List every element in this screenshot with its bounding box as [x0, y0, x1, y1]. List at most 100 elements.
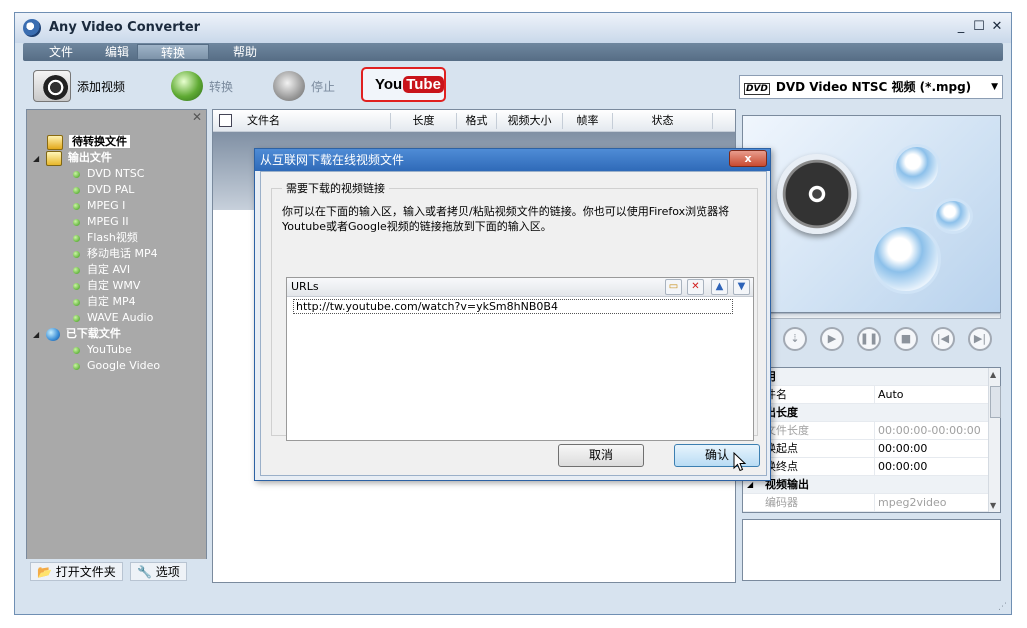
panel-close-icon[interactable]: ✕	[189, 110, 205, 124]
menu-edit[interactable]: 编辑	[95, 44, 139, 60]
column-frame-rate[interactable]: 帧率	[563, 113, 613, 129]
tools-icon: 🔧	[137, 565, 152, 579]
play-icon[interactable]: ▶	[820, 327, 844, 351]
tree-item-output[interactable]: DVD NTSC	[73, 166, 144, 182]
column-duration[interactable]: 长度	[391, 113, 457, 129]
tree-item-label: MPEG I	[87, 199, 126, 212]
collapse-icon[interactable]: ◢	[33, 327, 42, 343]
scroll-down-icon: ▼	[990, 501, 997, 510]
title-bar[interactable]: Any Video Converter _ ☐ ✕	[15, 13, 1011, 43]
property-row[interactable]: 换终点 00:00:00	[743, 458, 988, 476]
collapse-icon[interactable]: ◢	[33, 151, 42, 167]
tree-item-youtube[interactable]: YouTube	[73, 342, 132, 358]
tree-item-google-video[interactable]: Google Video	[73, 358, 160, 374]
tree-item-output[interactable]: Flash视频	[73, 230, 138, 246]
property-row[interactable]: 换起点 00:00:00	[743, 440, 988, 458]
tree-item-output[interactable]: WAVE Audio	[73, 310, 153, 326]
tree-item-label: Flash视频	[87, 231, 138, 244]
globe-icon	[45, 327, 60, 341]
dvd-icon: DVD	[744, 83, 770, 95]
menu-convert[interactable]: 转换	[137, 44, 209, 60]
tree-item-label: 自定 MP4	[87, 295, 136, 308]
add-video-button[interactable]: 添加视频	[33, 69, 125, 103]
tree-downloaded-folder[interactable]: ◢ 已下载文件	[33, 326, 121, 342]
chevron-down-icon[interactable]: ▼	[991, 76, 998, 98]
download-dialog: 从互联网下载在线视频文件 x 需要下载的视频链接 你可以在下面的输入区，输入或者…	[254, 148, 771, 481]
property-row[interactable]: 文件长度 00:00:00-00:00:00	[743, 422, 988, 440]
tree-item-label: 自定 WMV	[87, 279, 141, 292]
tree-item-output[interactable]: MPEG I	[73, 198, 125, 214]
move-down-icon[interactable]: ▼	[733, 279, 750, 295]
options-button[interactable]: 🔧 选项	[130, 562, 187, 581]
tree-output-folder[interactable]: ◢ 输出文件	[33, 150, 112, 166]
format-dot-icon	[73, 234, 80, 242]
window-title: Any Video Converter	[49, 20, 201, 35]
properties-grid: 用件名Auto出长度◢文件长度00:00:00-00:00:00换起点00:00…	[742, 367, 1001, 513]
menu-bar: 文件 编辑 转换 帮助	[23, 43, 1003, 61]
quicktime-icon	[893, 144, 941, 192]
url-list[interactable]: URLs ▭ ✕ ▲ ▼ http://tw.youtube.com/watch…	[286, 277, 754, 441]
youtube-logo: You Tube	[375, 76, 444, 93]
property-value[interactable]: Auto	[874, 386, 992, 403]
dialog-title[interactable]: 从互联网下载在线视频文件	[255, 149, 770, 171]
property-row[interactable]: 件名 Auto	[743, 386, 988, 404]
cancel-button[interactable]: 取消	[558, 444, 644, 467]
resize-grip-icon[interactable]: ⋰	[998, 602, 1007, 612]
format-dot-icon	[73, 314, 80, 322]
url-entry[interactable]: http://tw.youtube.com/watch?v=ykSm8hNB0B…	[293, 299, 733, 314]
property-value[interactable]: 00:00:00	[874, 440, 992, 457]
column-status[interactable]: 状态	[613, 113, 713, 129]
film-reel-icon	[777, 154, 857, 234]
volume-icon[interactable]: ⇣	[783, 327, 807, 351]
url-list-header: URLs ▭ ✕ ▲ ▼	[287, 278, 753, 297]
tree-root[interactable]: 待转换文件	[47, 134, 130, 150]
maximize-button[interactable]: ☐	[971, 19, 987, 35]
url-group: 需要下载的视频链接 你可以在下面的输入区，输入或者拷贝/粘贴视频文件的链接。你也…	[271, 180, 758, 441]
convert-button[interactable]: 转换	[171, 69, 233, 103]
column-video-size[interactable]: 视频大小	[497, 113, 563, 129]
menu-help[interactable]: 帮助	[223, 44, 267, 60]
property-group[interactable]: 视频输出 ◢	[743, 476, 988, 494]
seek-bar[interactable]	[742, 313, 1001, 319]
property-row[interactable]: 编码器 mpeg2video	[743, 494, 988, 512]
menu-file[interactable]: 文件	[39, 44, 83, 60]
select-all-checkbox[interactable]	[219, 114, 232, 127]
tree-item-output[interactable]: 自定 WMV	[73, 278, 140, 294]
tree-item-output[interactable]: 移动电话 MP4	[73, 246, 158, 262]
pause-icon[interactable]: ❚❚	[857, 327, 881, 351]
tree-item-label: WAVE Audio	[87, 311, 154, 324]
open-file-icon[interactable]: ▭	[665, 279, 682, 295]
playback-controls: ⇣ ▶ ❚❚ ■ |◀ ▶|	[742, 323, 1001, 363]
column-filename[interactable]: 文件名	[241, 113, 391, 129]
file-tree-panel: ✕ 待转换文件 ◢ 输出文件 ◢ 已下载文件 YouTube Google Vi…	[26, 109, 207, 583]
properties-scrollbar[interactable]: ▲ ▼	[988, 368, 1001, 512]
move-up-icon[interactable]: ▲	[711, 279, 728, 295]
ok-button[interactable]: 确认	[674, 444, 760, 467]
pending-files-icon	[47, 134, 63, 150]
output-profile-select[interactable]: DVD DVD Video NTSC 视频 (*.mpg) ▼	[739, 75, 1003, 99]
delete-icon[interactable]: ✕	[687, 279, 704, 295]
folder-icon: 📂	[37, 565, 52, 579]
column-format[interactable]: 格式	[457, 113, 497, 129]
dialog-close-button[interactable]: x	[729, 150, 767, 167]
property-value[interactable]: mpeg2video	[874, 494, 992, 511]
previous-icon[interactable]: |◀	[931, 327, 955, 351]
tree-item-output[interactable]: MPEG II	[73, 214, 129, 230]
property-group[interactable]: 用	[743, 368, 988, 386]
tree-item-output[interactable]: 自定 AVI	[73, 262, 130, 278]
tree-item-output[interactable]: 自定 MP4	[73, 294, 136, 310]
realplayer-icon	[933, 198, 973, 234]
tree-item-output[interactable]: DVD PAL	[73, 182, 134, 198]
open-folder-button[interactable]: 📂 打开文件夹	[30, 562, 123, 581]
minimize-button[interactable]: _	[953, 19, 969, 35]
next-icon[interactable]: ▶|	[968, 327, 992, 351]
dialog-body: 需要下载的视频链接 你可以在下面的输入区，输入或者拷贝/粘贴视频文件的链接。你也…	[260, 171, 767, 476]
stop-icon[interactable]: ■	[894, 327, 918, 351]
format-dot-icon	[73, 218, 80, 226]
property-value[interactable]: 00:00:00-00:00:00	[874, 422, 992, 439]
property-value[interactable]: 00:00:00	[874, 458, 992, 475]
property-group[interactable]: 出长度◢	[743, 404, 988, 422]
stop-button[interactable]: 停止	[273, 69, 335, 103]
youtube-download-button[interactable]: You Tube	[361, 67, 446, 102]
close-button[interactable]: ✕	[989, 19, 1005, 35]
